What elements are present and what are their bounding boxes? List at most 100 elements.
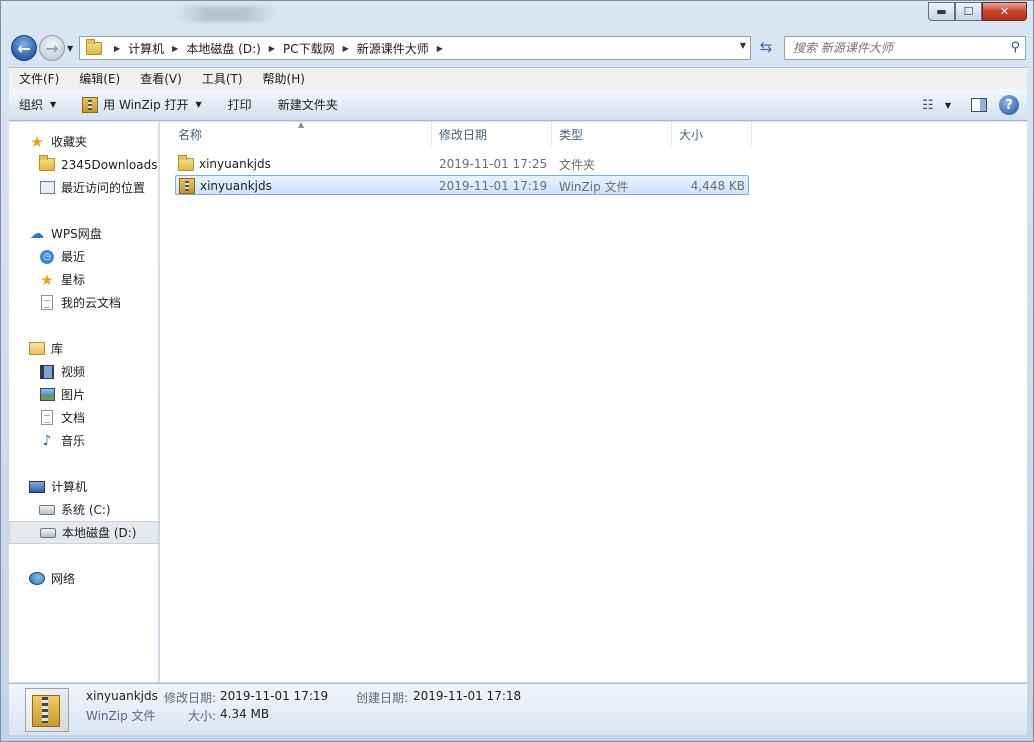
winzip-icon — [82, 96, 99, 113]
winzip-archive-icon — [25, 688, 69, 732]
menu-help[interactable]: 帮助(H) — [253, 70, 315, 87]
file-list: ▲ 名称 修改日期 类型 大小 xinyuankjds 2019-11-01 1… — [160, 120, 1027, 682]
command-bar: 组织 ▼ 用 WinZip 打开 ▼ 打印 新建文件夹 ☷ ▼ ? — [9, 89, 1027, 121]
preview-pane-icon[interactable] — [971, 98, 987, 112]
details-file-type: WinZip 文件 — [86, 709, 156, 723]
nav-item-label: 视频 — [61, 365, 86, 379]
file-name-cell: xinyuankjds — [178, 154, 271, 174]
nav-item-recent-places[interactable]: 最近访问的位置 — [9, 176, 159, 199]
breadcrumb-computer[interactable]: 计算机 — [128, 40, 164, 57]
nav-item-pictures[interactable]: 图片 — [9, 383, 159, 406]
menu-file[interactable]: 文件(F) — [9, 70, 69, 87]
back-button[interactable]: ← — [11, 35, 37, 61]
video-icon — [39, 364, 55, 380]
breadcrumb-pc-download[interactable]: PC下载网 — [283, 40, 335, 57]
nav-item-drive-d[interactable]: 本地磁盘 (D:) — [9, 521, 159, 544]
nav-libraries-label: 库 — [51, 342, 64, 356]
forward-button[interactable]: → — [39, 35, 65, 61]
new-folder-button[interactable]: 新建文件夹 — [270, 96, 346, 113]
nav-item-label: 2345Downloads — [61, 157, 158, 172]
nav-libraries[interactable]: 库 — [9, 337, 159, 360]
nav-item-label: 星标 — [61, 273, 86, 287]
nav-item-2345downloads[interactable]: 2345Downloads — [9, 153, 159, 176]
refresh-button[interactable]: ⇆ — [755, 38, 777, 58]
folder-icon — [39, 155, 55, 173]
chevron-right-icon[interactable]: ▶ — [269, 44, 275, 53]
nav-item-recent[interactable]: ◷ 最近 — [9, 245, 159, 268]
nav-item-drive-c[interactable]: 系统 (C:) — [9, 498, 159, 521]
file-name: xinyuankjds — [199, 157, 271, 171]
nav-network-group: 网络 — [9, 567, 159, 590]
file-row-selected[interactable]: xinyuankjds 2019-11-01 17:19 WinZip 文件 4… — [175, 175, 749, 195]
column-header-row: ▲ 名称 修改日期 类型 大小 — [160, 120, 1027, 146]
address-bar[interactable]: ▶ 计算机 ▶ 本地磁盘 (D:) ▶ PC下载网 ▶ 新源课件大师 ▶ ▼ — [79, 36, 751, 60]
organize-button[interactable]: 组织 ▼ — [11, 96, 64, 113]
nav-libraries-group: 库 视频 图片 文档 ♪ 音乐 — [9, 337, 159, 452]
breadcrumb-current-folder[interactable]: 新源课件大师 — [357, 40, 429, 57]
search-box[interactable]: ⚲ — [784, 36, 1026, 60]
file-size — [679, 154, 745, 174]
chevron-right-icon[interactable]: ▶ — [437, 44, 443, 53]
view-controls: ☷ ▼ ? — [917, 95, 1019, 115]
navigation-pane: ★ 收藏夹 2345Downloads 最近访问的位置 ☁ WPS网盘 ◷ 最近 — [9, 122, 159, 682]
chevron-down-icon[interactable]: ▼ — [945, 101, 951, 110]
file-row[interactable]: xinyuankjds 2019-11-01 17:25 文件夹 — [175, 154, 749, 174]
organize-label: 组织 — [19, 98, 44, 112]
system-drive-icon — [39, 502, 55, 518]
nav-computer-group: 计算机 系统 (C:) 本地磁盘 (D:) — [9, 475, 159, 544]
nav-item-videos[interactable]: 视频 — [9, 360, 159, 383]
breadcrumb-drive-d[interactable]: 本地磁盘 (D:) — [186, 40, 260, 57]
document-icon — [39, 410, 55, 426]
menu-edit[interactable]: 编辑(E) — [69, 70, 130, 87]
nav-item-label: 系统 (C:) — [61, 503, 111, 517]
close-button[interactable]: ✕ — [982, 2, 1027, 21]
chevron-down-icon[interactable]: ▼ — [740, 41, 746, 50]
search-input[interactable] — [793, 41, 993, 55]
menu-view[interactable]: 查看(V) — [130, 70, 192, 87]
column-header-name[interactable]: 名称 — [170, 122, 432, 146]
address-row: ← → ▼ ▶ 计算机 ▶ 本地磁盘 (D:) ▶ PC下载网 ▶ 新源课件大师… — [1, 31, 1033, 65]
nav-network[interactable]: 网络 — [9, 567, 159, 590]
nav-network-label: 网络 — [51, 572, 76, 586]
menu-tools[interactable]: 工具(T) — [192, 70, 253, 87]
view-options-icon[interactable]: ☷ — [917, 98, 939, 113]
print-button[interactable]: 打印 — [220, 96, 260, 113]
nav-computer[interactable]: 计算机 — [9, 475, 159, 498]
search-icon[interactable]: ⚲ — [1010, 40, 1020, 55]
nav-item-my-cloud-docs[interactable]: 我的云文档 — [9, 291, 159, 314]
details-pane: xinyuankjds WinZip 文件 修改日期: 2019-11-01 1… — [9, 683, 1027, 735]
explorer-window: ▬ ☐ ✕ ← → ▼ ▶ 计算机 ▶ 本地磁盘 (D:) ▶ PC下载网 ▶ … — [0, 0, 1034, 742]
nav-favorites[interactable]: ★ 收藏夹 — [9, 130, 159, 153]
nav-wps-cloud[interactable]: ☁ WPS网盘 — [9, 222, 159, 245]
nav-item-music[interactable]: ♪ 音乐 — [9, 429, 159, 452]
details-modified-label: 修改日期: — [164, 691, 217, 705]
column-header-modified[interactable]: 修改日期 — [431, 122, 552, 146]
nav-item-label: 音乐 — [61, 434, 86, 448]
nav-item-starred[interactable]: ★ 星标 — [9, 268, 159, 291]
menu-bar: 文件(F) 编辑(E) 查看(V) 工具(T) 帮助(H) — [9, 67, 1027, 89]
file-size: 4,448 KB — [690, 179, 745, 193]
details-size-label: 大小: — [188, 709, 217, 723]
chevron-down-icon: ▼ — [195, 100, 202, 109]
details-size-value: 4.34 MB — [220, 707, 270, 721]
nav-item-documents[interactable]: 文档 — [9, 406, 159, 429]
file-modified: 2019-11-01 17:19 — [439, 179, 548, 193]
arrow-right-icon: → — [45, 38, 59, 58]
nav-item-label: 最近访问的位置 — [61, 181, 146, 195]
nav-item-label: 本地磁盘 (D:) — [62, 526, 137, 540]
open-with-winzip-button[interactable]: 用 WinZip 打开 ▼ — [74, 96, 210, 113]
minimize-button[interactable]: ▬ — [928, 2, 955, 21]
winzip-archive-icon — [179, 178, 195, 194]
help-icon[interactable]: ? — [999, 95, 1019, 115]
chevron-right-icon[interactable]: ▶ — [343, 44, 349, 53]
folder-icon — [86, 38, 102, 55]
nav-item-label: 最近 — [61, 250, 86, 264]
folder-icon — [178, 154, 194, 172]
recent-pages-dropdown[interactable]: ▼ — [67, 44, 73, 53]
details-file-name: xinyuankjds — [86, 689, 158, 703]
maximize-button[interactable]: ☐ — [955, 2, 982, 21]
chevron-right-icon[interactable]: ▶ — [172, 44, 178, 53]
chevron-right-icon[interactable]: ▶ — [114, 44, 120, 53]
column-header-size[interactable]: 大小 — [671, 122, 752, 146]
column-header-type[interactable]: 类型 — [551, 122, 672, 146]
